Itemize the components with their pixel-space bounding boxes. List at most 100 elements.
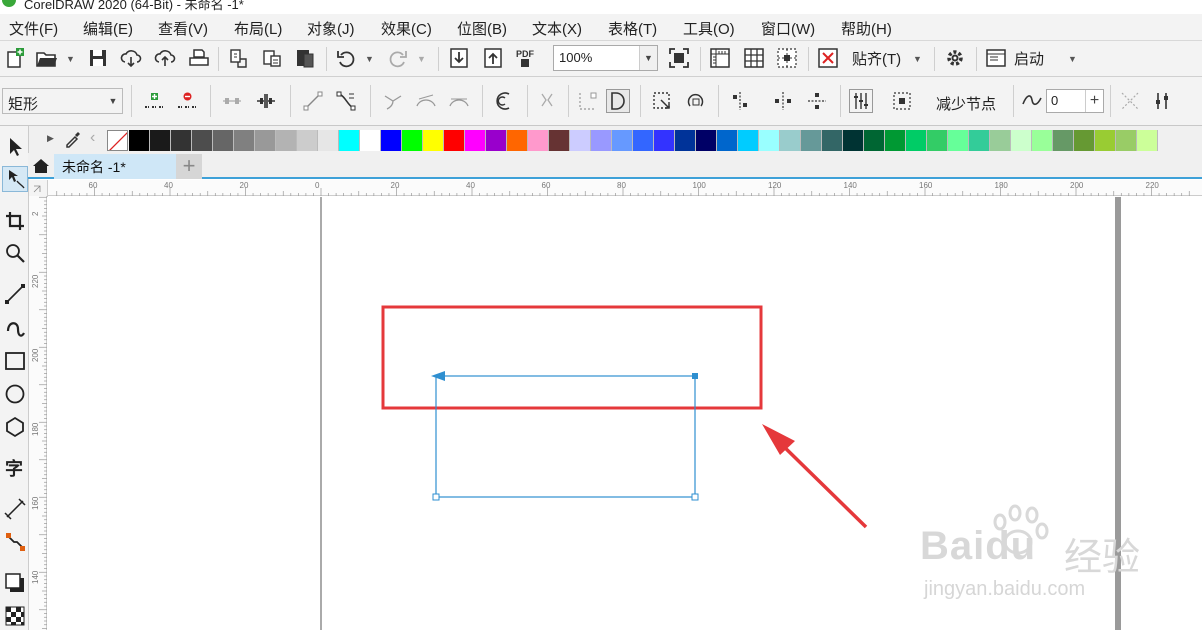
color-swatch[interactable]	[675, 130, 696, 151]
color-swatch[interactable]	[381, 130, 402, 151]
color-swatch[interactable]	[1095, 130, 1116, 151]
color-swatch[interactable]	[234, 130, 255, 151]
smooth-node-icon[interactable]	[414, 89, 438, 113]
palette-scroll-left-icon[interactable]: ‹	[90, 129, 95, 147]
color-swatch[interactable]	[318, 130, 339, 151]
cusp-node-icon[interactable]	[381, 89, 405, 113]
import-icon[interactable]	[226, 46, 250, 70]
connector-tool-icon[interactable]	[2, 529, 28, 555]
open-folder-icon[interactable]	[34, 46, 58, 70]
color-swatch[interactable]	[570, 130, 591, 151]
snap-off-icon[interactable]	[816, 46, 840, 70]
color-swatch[interactable]	[864, 130, 885, 151]
reverse-direction-icon[interactable]	[493, 89, 517, 113]
node-tension-icon[interactable]	[1150, 89, 1174, 113]
chevron-down-icon[interactable]: ▼	[1068, 54, 1077, 64]
color-swatch[interactable]	[1116, 130, 1137, 151]
plus-icon[interactable]: +	[1085, 90, 1103, 112]
selected-rectangle[interactable]	[435, 375, 696, 498]
chevron-down-icon[interactable]: ▼	[417, 54, 426, 64]
color-swatch[interactable]	[1137, 130, 1158, 151]
color-swatch[interactable]	[297, 130, 318, 151]
rulers-toggle-icon[interactable]	[708, 46, 732, 70]
color-swatch[interactable]	[885, 130, 906, 151]
color-swatch[interactable]	[150, 130, 171, 151]
chevron-down-icon[interactable]: ▼	[365, 54, 374, 64]
color-swatch[interactable]	[696, 130, 717, 151]
gear-icon[interactable]	[943, 46, 967, 70]
color-swatch[interactable]	[633, 130, 654, 151]
color-swatch[interactable]	[213, 130, 234, 151]
cloud-download-icon[interactable]	[119, 46, 143, 70]
menu-layout[interactable]: 布局(L)	[234, 18, 282, 39]
node-handle[interactable]	[692, 373, 698, 379]
polygon-tool-icon[interactable]	[2, 414, 28, 440]
dimension-tool-icon[interactable]	[2, 496, 28, 522]
color-swatch[interactable]	[444, 130, 465, 151]
artistic-media-tool-icon[interactable]	[2, 315, 28, 341]
extend-curve-icon[interactable]	[535, 89, 559, 113]
node-handle[interactable]	[691, 493, 699, 501]
chevron-down-icon[interactable]: ▼	[913, 54, 922, 64]
break-curve-icon[interactable]	[254, 89, 278, 113]
extract-subpath-icon[interactable]	[576, 89, 600, 113]
snap-to-dropdown[interactable]: 贴齐(T)	[852, 48, 901, 69]
color-swatch[interactable]	[591, 130, 612, 151]
reduce-nodes-button[interactable]: 减少节点	[936, 93, 996, 114]
eyedropper-icon[interactable]	[63, 129, 83, 149]
color-swatch[interactable]	[612, 130, 633, 151]
print-icon[interactable]	[187, 46, 211, 70]
select-all-nodes-icon[interactable]	[890, 89, 914, 113]
color-swatch[interactable]	[276, 130, 297, 151]
to-line-icon[interactable]	[301, 89, 325, 113]
mirror-horizontal-icon[interactable]	[771, 89, 795, 113]
color-swatch[interactable]	[402, 130, 423, 151]
export-icon[interactable]	[260, 46, 284, 70]
align-nodes-icon[interactable]	[728, 89, 752, 113]
chevron-down-icon[interactable]: ▼	[66, 54, 75, 64]
smoothness-input[interactable]: 0 +	[1046, 89, 1104, 113]
menu-tools[interactable]: 工具(O)	[683, 18, 735, 39]
node-direction-arrow[interactable]	[431, 371, 445, 381]
chevron-down-icon[interactable]: ▼	[639, 46, 657, 70]
shape-tool-icon[interactable]	[2, 166, 28, 192]
no-fill-swatch[interactable]	[107, 130, 128, 151]
color-swatch[interactable]	[927, 130, 948, 151]
color-swatch[interactable]	[171, 130, 192, 151]
crop-tool-icon[interactable]	[2, 208, 28, 234]
join-nodes-icon[interactable]	[220, 89, 244, 113]
symmetric-node-icon[interactable]	[447, 89, 471, 113]
save-icon[interactable]	[86, 46, 110, 70]
elastic-mode-icon[interactable]	[849, 89, 873, 113]
color-swatch[interactable]	[654, 130, 675, 151]
import-arrow-icon[interactable]	[447, 46, 471, 70]
ellipse-tool-icon[interactable]	[2, 381, 28, 407]
color-swatch[interactable]	[801, 130, 822, 151]
rotate-skew-nodes-icon[interactable]	[684, 89, 708, 113]
menu-help[interactable]: 帮助(H)	[841, 18, 892, 39]
color-swatch[interactable]	[822, 130, 843, 151]
menu-table[interactable]: 表格(T)	[608, 18, 657, 39]
menu-effects[interactable]: 效果(C)	[381, 18, 432, 39]
menu-file[interactable]: 文件(F)	[9, 18, 58, 39]
pick-tool-icon[interactable]	[2, 134, 28, 160]
color-swatch[interactable]	[990, 130, 1011, 151]
menu-edit[interactable]: 编辑(E)	[83, 18, 133, 39]
redo-icon[interactable]	[386, 46, 410, 70]
to-curve-icon[interactable]	[334, 89, 358, 113]
menu-text[interactable]: 文本(X)	[532, 18, 582, 39]
color-swatch[interactable]	[843, 130, 864, 151]
menu-object[interactable]: 对象(J)	[307, 18, 355, 39]
color-swatch[interactable]	[759, 130, 780, 151]
zoom-tool-icon[interactable]	[2, 240, 28, 266]
zoom-level-combo[interactable]: 100% ▼	[553, 45, 658, 71]
transparency-tool-icon[interactable]	[2, 603, 28, 629]
object-type-combo[interactable]: 矩形 ▼	[2, 88, 123, 114]
add-node-icon[interactable]	[142, 89, 166, 113]
zoom-to-page-icon[interactable]	[667, 46, 691, 70]
export-arrow-icon[interactable]	[481, 46, 505, 70]
stretch-scale-nodes-icon[interactable]	[650, 89, 674, 113]
color-swatch[interactable]	[339, 130, 360, 151]
color-swatch[interactable]	[465, 130, 486, 151]
delete-node-icon[interactable]	[175, 89, 199, 113]
